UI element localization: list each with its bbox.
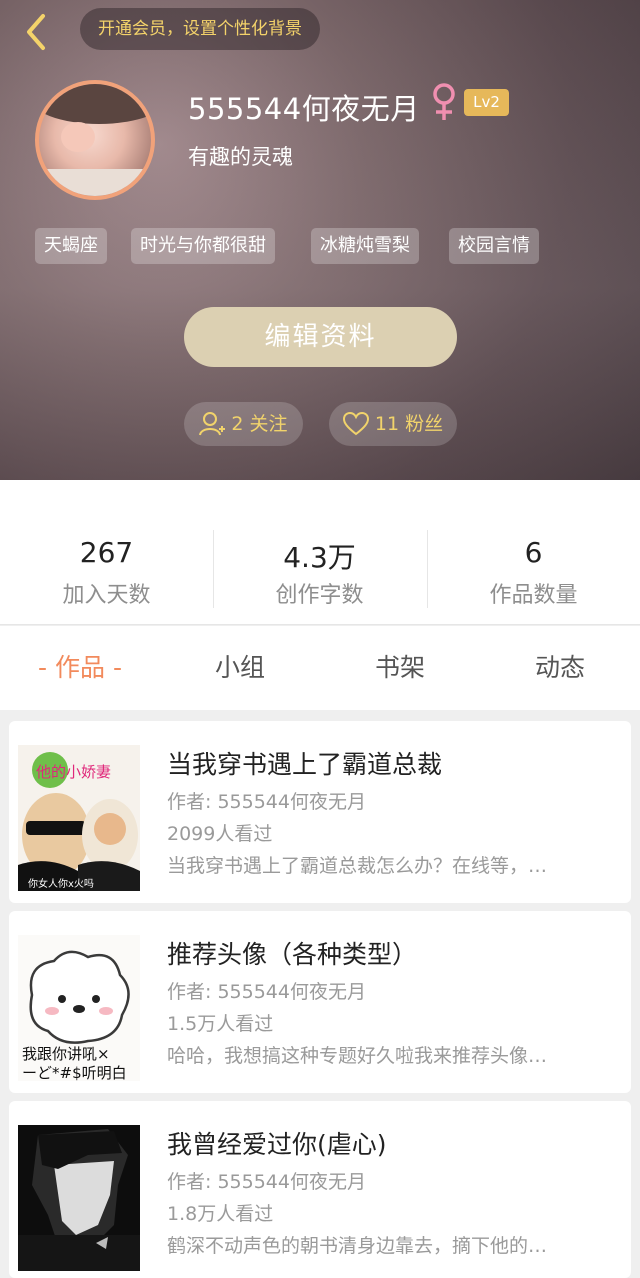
stat-word-count[interactable]: 4.3万 创作字数	[213, 480, 426, 625]
tag-item: 时光与你都很甜	[131, 228, 275, 264]
work-author: 作者: 555544何夜无月	[167, 1171, 366, 1193]
tag-item: 天蝎座	[35, 228, 107, 264]
stat-works-count[interactable]: 6 作品数量	[427, 480, 640, 625]
cover-text: 你女人你x火吗	[28, 877, 94, 890]
level-badge: Lv2	[464, 89, 509, 116]
user-add-icon	[199, 412, 226, 436]
work-views: 2099人看过	[167, 823, 273, 845]
work-author: 作者: 555544何夜无月	[167, 981, 366, 1003]
tab-groups[interactable]: 小组	[160, 626, 320, 710]
divider	[427, 530, 428, 608]
tab-activity[interactable]: 动态	[480, 626, 640, 710]
work-views: 1.5万人看过	[167, 1013, 274, 1035]
stat-value: 267	[79, 536, 134, 569]
work-cover-image: 我跟你讲吼× ーど*#$听明白	[18, 935, 140, 1081]
work-description: 当我穿书遇上了霸道总裁怎么办？在线等，…	[167, 855, 548, 877]
followers-button[interactable]: 11 粉丝	[329, 402, 457, 446]
work-cover-image	[18, 1125, 140, 1271]
work-title: 当我穿书遇上了霸道总裁	[167, 750, 443, 779]
work-card[interactable]: 我曾经爱过你(虐心) 作者: 555544何夜无月 1.8万人看过 鹤深不动声色…	[9, 1101, 631, 1278]
edit-profile-button[interactable]: 编辑资料	[184, 307, 457, 367]
female-icon	[433, 83, 455, 120]
signature: 有趣的灵魂	[188, 145, 293, 169]
cover-text: 他的小娇妻	[36, 763, 111, 781]
following-count: 2 关注	[231, 413, 288, 435]
profile-header: 开通会员，设置个性化背景 555544何夜无月 Lv2 有趣的灵魂 天蝎座 时光…	[0, 0, 640, 480]
divider	[213, 530, 214, 608]
following-button[interactable]: 2 关注	[184, 402, 303, 446]
work-cover-image: 他的小娇妻 你女人你x火吗	[18, 745, 140, 891]
work-author: 作者: 555544何夜无月	[167, 791, 366, 813]
tag-item: 冰糖炖雪梨	[311, 228, 419, 264]
stats-panel: 267 加入天数 4.3万 创作字数 6 作品数量	[0, 480, 640, 625]
work-description: 鹤深不动声色的朝书清身边靠去，摘下他的…	[167, 1235, 548, 1257]
cover-text: 我跟你讲吼×	[22, 1045, 110, 1063]
chevron-left-icon	[27, 14, 45, 50]
back-button[interactable]	[14, 10, 58, 54]
stat-join-days[interactable]: 267 加入天数	[0, 480, 213, 625]
work-title: 推荐头像（各种类型）	[167, 940, 418, 969]
tab-bookshelf[interactable]: 书架	[320, 626, 480, 710]
stat-value: 4.3万	[283, 541, 356, 574]
work-card[interactable]: 他的小娇妻 你女人你x火吗 当我穿书遇上了霸道总裁 作者: 555544何夜无月…	[9, 721, 631, 903]
work-card[interactable]: 我跟你讲吼× ーど*#$听明白 推荐头像（各种类型） 作者: 555544何夜无…	[9, 911, 631, 1093]
stat-label: 创作字数	[275, 583, 364, 608]
avatar[interactable]	[35, 80, 155, 200]
stat-value: 6	[524, 536, 543, 569]
tag-item: 校园言情	[449, 228, 539, 264]
vip-background-banner[interactable]: 开通会员，设置个性化背景	[80, 8, 320, 50]
cover-text: ーど*#$听明白	[22, 1064, 127, 1081]
heart-icon	[342, 412, 369, 436]
followers-count: 11 粉丝	[374, 413, 444, 435]
work-description: 哈哈，我想搞这种专题好久啦我来推荐头像…	[167, 1045, 548, 1067]
username: 555544何夜无月	[188, 92, 420, 126]
work-title: 我曾经爱过你(虐心)	[167, 1130, 387, 1159]
stat-label: 作品数量	[489, 583, 578, 608]
stat-label: 加入天数	[62, 583, 151, 608]
tab-bar: - 作品 - 小组 书架 动态	[0, 626, 640, 710]
work-views: 1.8万人看过	[167, 1203, 274, 1225]
tab-works[interactable]: - 作品 -	[0, 626, 160, 710]
